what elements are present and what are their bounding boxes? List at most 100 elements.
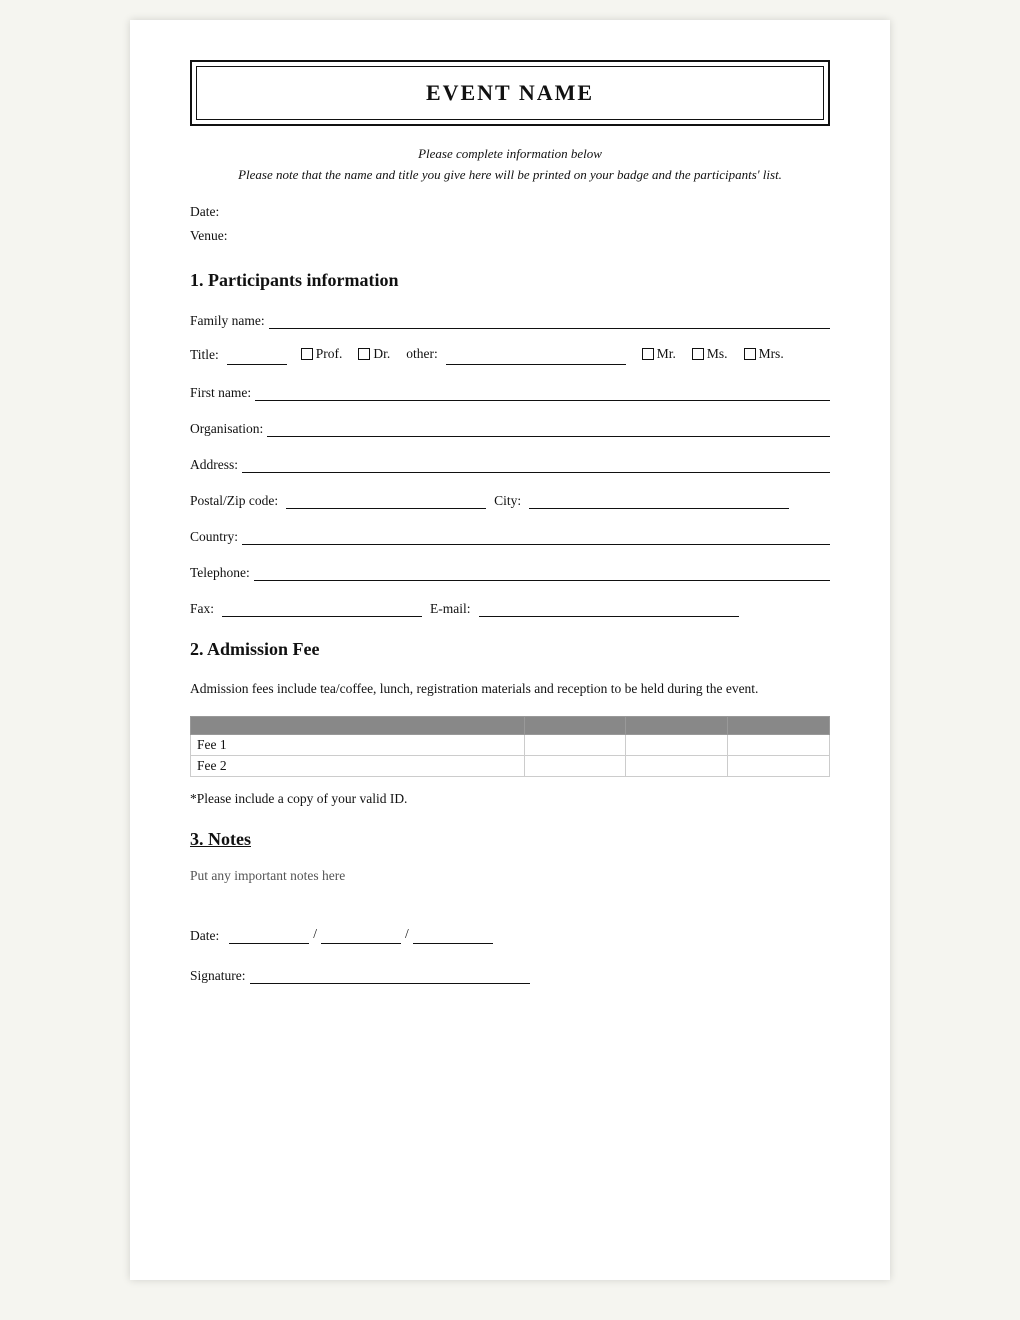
- organisation-label: Organisation:: [190, 421, 263, 437]
- email-label: E-mail:: [430, 601, 471, 617]
- fee2-col4: [728, 755, 830, 776]
- date-slash2: /: [405, 926, 409, 944]
- header-box-inner: EVENT NAME: [192, 62, 828, 124]
- signature-row: Signature:: [190, 964, 830, 984]
- sig-date-label: Date:: [190, 928, 219, 944]
- notes-placeholder-text: Put any important notes here: [190, 868, 830, 884]
- family-name-input[interactable]: [269, 309, 830, 329]
- other-label: other:: [406, 346, 438, 362]
- other-input[interactable]: [446, 345, 626, 365]
- telephone-input[interactable]: [254, 561, 830, 581]
- telephone-row: Telephone:: [190, 561, 830, 581]
- fee1-col3: [626, 734, 728, 755]
- mr-checkbox-item: Mr.: [642, 346, 676, 362]
- fee-table-col3: [626, 716, 728, 734]
- mr-checkbox[interactable]: [642, 348, 654, 360]
- date-parts: / /: [229, 924, 493, 944]
- signature-line: [250, 964, 530, 984]
- family-name-label: Family name:: [190, 313, 265, 329]
- date-day-input[interactable]: [229, 924, 309, 944]
- postal-label: Postal/Zip code:: [190, 493, 278, 509]
- mrs-checkbox-wrap: Mrs.: [744, 346, 784, 362]
- ms-checkbox-item: Ms.: [692, 346, 728, 362]
- date-label: Date:: [190, 200, 830, 224]
- ms-checkbox-wrap: Ms.: [692, 346, 728, 362]
- postal-city-row: Postal/Zip code: City:: [190, 489, 830, 509]
- country-label: Country:: [190, 529, 238, 545]
- city-col: City:: [494, 489, 789, 509]
- signature-area: Date: / / Signature:: [190, 924, 830, 984]
- form-page: EVENT NAME Please complete information b…: [130, 20, 890, 1280]
- dr-checkbox[interactable]: [358, 348, 370, 360]
- fee-table-header-row: [191, 716, 830, 734]
- prof-checkbox-wrap: Prof.: [301, 346, 343, 362]
- dr-label: Dr.: [373, 346, 390, 362]
- date-year-input[interactable]: [413, 924, 493, 944]
- family-name-row: Family name:: [190, 309, 830, 329]
- instruction-line1: Please complete information below: [190, 144, 830, 165]
- title-row: Title: Prof. Dr. other: Mr. Ms.: [190, 345, 830, 365]
- fee-table-col4: [728, 716, 830, 734]
- admission-description: Admission fees include tea/coffee, lunch…: [190, 678, 830, 700]
- table-row: Fee 1: [191, 734, 830, 755]
- date-row: Date: / /: [190, 924, 830, 944]
- section1-heading: 1. Participants information: [190, 270, 830, 291]
- prof-checkbox-item: Prof.: [301, 346, 343, 362]
- ms-label: Ms.: [707, 346, 728, 362]
- country-row: Country:: [190, 525, 830, 545]
- fee2-col2: [524, 755, 626, 776]
- postal-input[interactable]: [286, 489, 486, 509]
- mrs-checkbox[interactable]: [744, 348, 756, 360]
- title-input[interactable]: [227, 345, 287, 365]
- fee-table: Fee 1 Fee 2: [190, 716, 830, 777]
- valid-id-note: *Please include a copy of your valid ID.: [190, 791, 830, 807]
- fee2-cell: Fee 2: [191, 755, 525, 776]
- section3-heading: 3. Notes: [190, 829, 830, 850]
- instruction-line2: Please note that the name and title you …: [190, 165, 830, 186]
- fee1-col4: [728, 734, 830, 755]
- section2-heading: 2. Admission Fee: [190, 639, 830, 660]
- country-input[interactable]: [242, 525, 830, 545]
- fee-table-col1: [191, 716, 525, 734]
- organisation-input[interactable]: [267, 417, 830, 437]
- title-label: Title:: [190, 347, 219, 363]
- fax-input[interactable]: [222, 597, 422, 617]
- email-col: E-mail:: [430, 597, 739, 617]
- dr-checkbox-item: Dr.: [358, 346, 390, 362]
- instructions: Please complete information below Please…: [190, 144, 830, 186]
- signature-label: Signature:: [190, 968, 246, 984]
- date-month-input[interactable]: [321, 924, 401, 944]
- prof-label: Prof.: [316, 346, 343, 362]
- first-name-row: First name:: [190, 381, 830, 401]
- header-box: EVENT NAME: [190, 60, 830, 126]
- fee1-cell: Fee 1: [191, 734, 525, 755]
- mr-checkbox-wrap: Mr.: [642, 346, 676, 362]
- mr-label: Mr.: [657, 346, 676, 362]
- mrs-label: Mrs.: [759, 346, 784, 362]
- city-label: City:: [494, 493, 521, 509]
- date-slash1: /: [313, 926, 317, 944]
- address-input[interactable]: [242, 453, 830, 473]
- fax-email-row: Fax: E-mail:: [190, 597, 830, 617]
- telephone-label: Telephone:: [190, 565, 250, 581]
- city-input[interactable]: [529, 489, 789, 509]
- date-venue-block: Date: Venue:: [190, 200, 830, 249]
- table-row: Fee 2: [191, 755, 830, 776]
- fee1-col2: [524, 734, 626, 755]
- ms-checkbox[interactable]: [692, 348, 704, 360]
- fee-table-col2: [524, 716, 626, 734]
- first-name-input[interactable]: [255, 381, 830, 401]
- fax-label: Fax:: [190, 601, 214, 617]
- event-title: EVENT NAME: [426, 80, 594, 105]
- organisation-row: Organisation:: [190, 417, 830, 437]
- email-input[interactable]: [479, 597, 739, 617]
- prof-checkbox[interactable]: [301, 348, 313, 360]
- fee2-col3: [626, 755, 728, 776]
- first-name-label: First name:: [190, 385, 251, 401]
- address-row: Address:: [190, 453, 830, 473]
- dr-checkbox-wrap: Dr.: [358, 346, 390, 362]
- postal-col: Postal/Zip code:: [190, 489, 486, 509]
- address-label: Address:: [190, 457, 238, 473]
- fax-col: Fax:: [190, 597, 422, 617]
- mrs-checkbox-item: Mrs.: [744, 346, 784, 362]
